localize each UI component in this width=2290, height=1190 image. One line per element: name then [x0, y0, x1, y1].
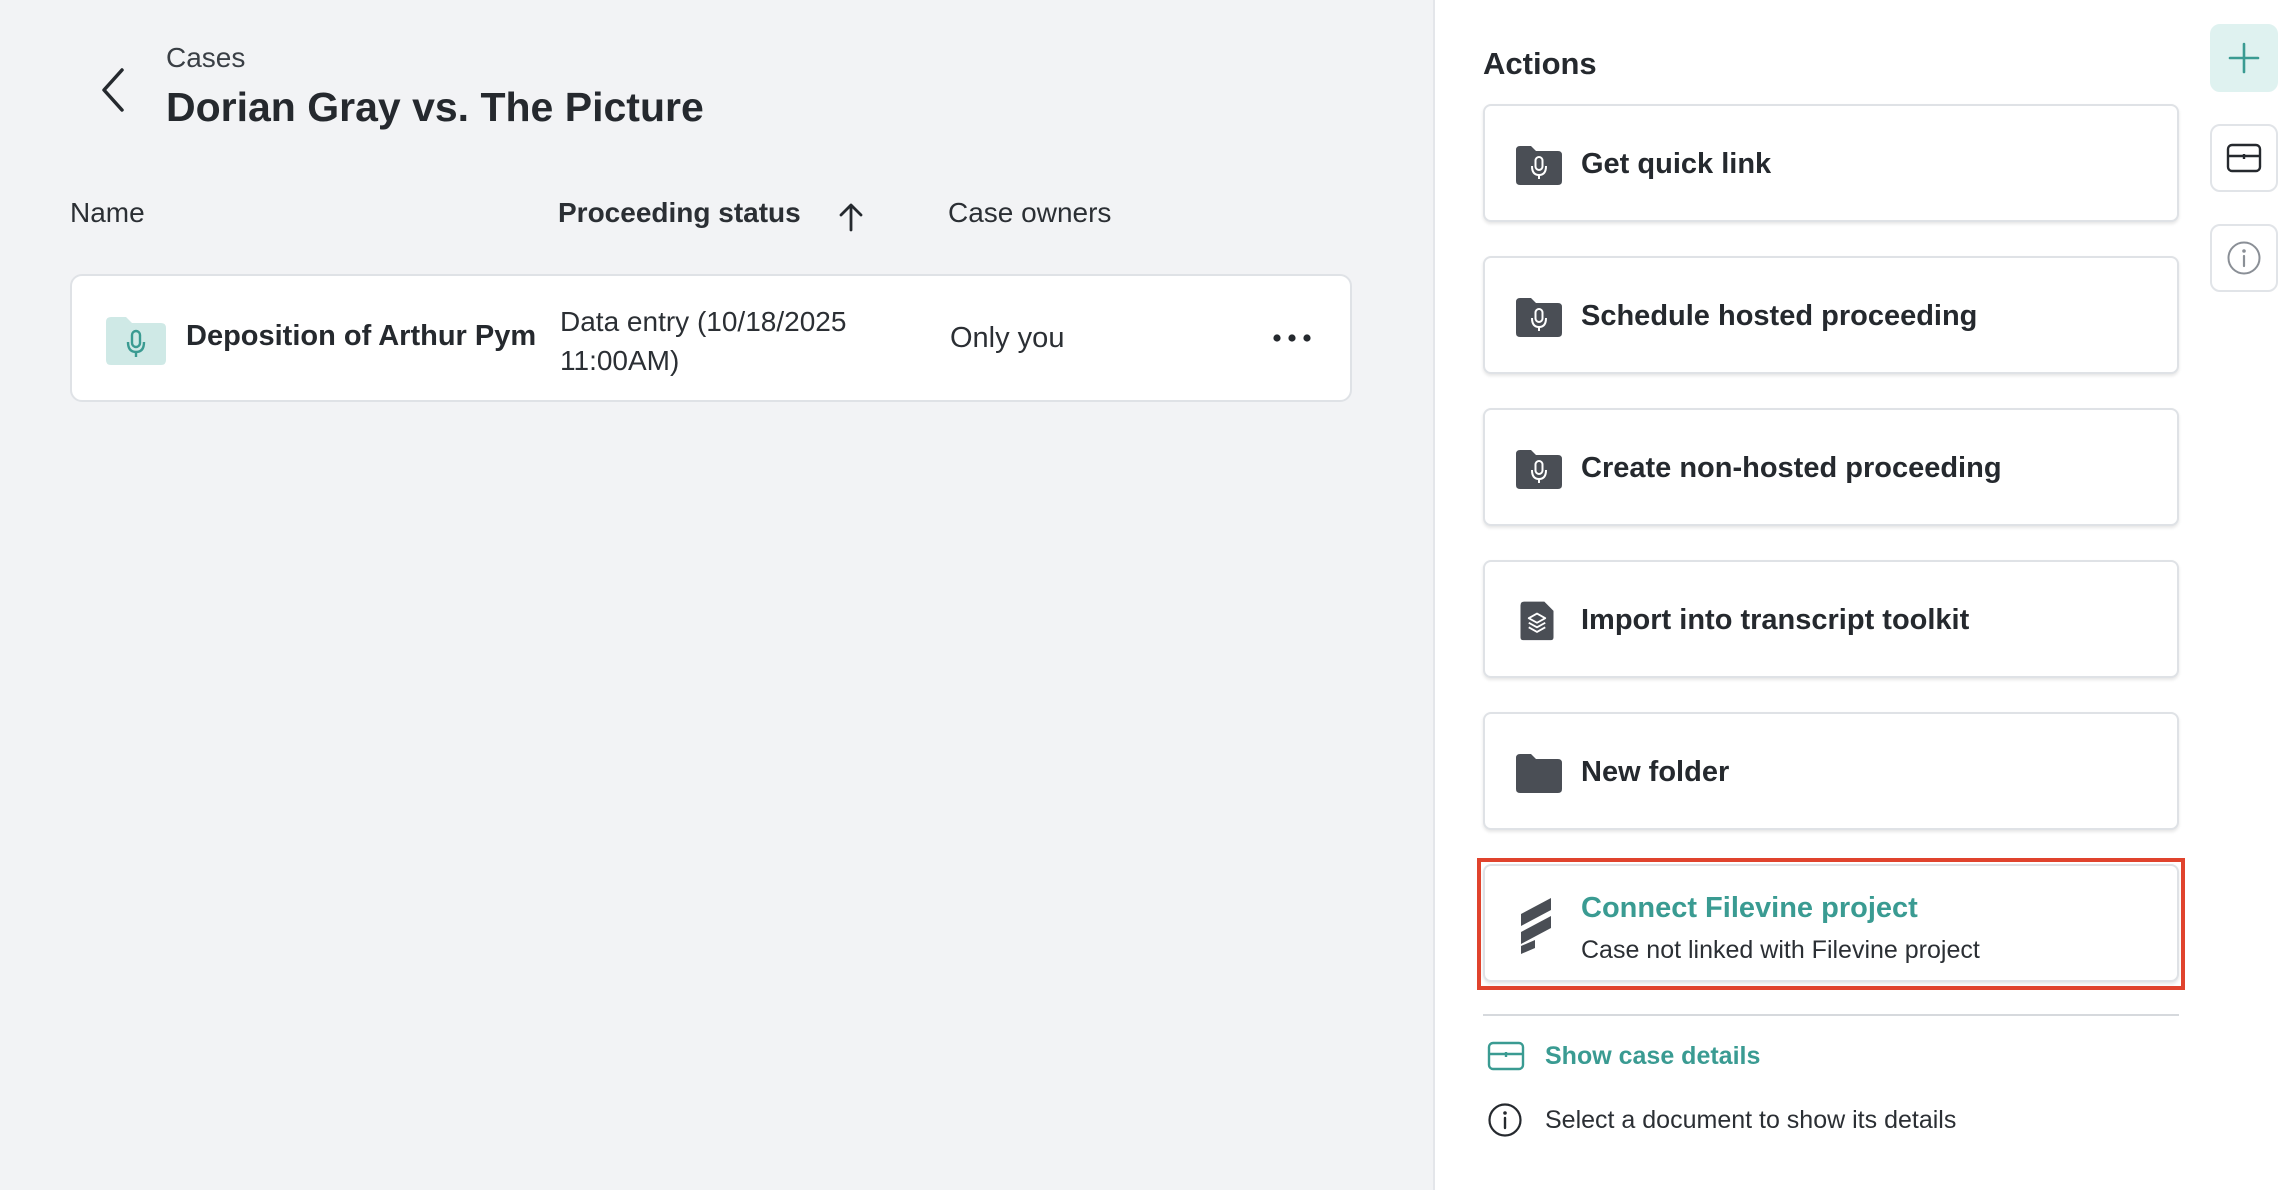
row-status-line-2: 11:00AM) — [560, 345, 680, 376]
document-layers-icon — [1520, 601, 1554, 641]
case-details-button[interactable] — [2210, 124, 2278, 192]
show-case-details-link[interactable]: Show case details — [1487, 1040, 1760, 1072]
row-name[interactable]: Deposition of Arthur Pym — [186, 320, 536, 353]
action-label: New folder — [1581, 756, 1730, 788]
folder-icon — [1516, 754, 1562, 793]
info-icon — [2227, 241, 2261, 275]
column-header-owners[interactable]: Case owners — [948, 197, 1111, 229]
action-schedule-hosted-proceeding[interactable]: Schedule hosted proceeding — [1483, 256, 2179, 374]
row-status-line-1: Data entry (10/18/2025 — [560, 306, 847, 337]
action-connect-filevine[interactable]: Connect Filevine project Case not linked… — [1483, 864, 2179, 982]
folder-mic-icon — [106, 317, 166, 365]
row-status: Data entry (10/18/2025 11:00AM) — [560, 302, 900, 380]
action-label: Schedule hosted proceeding — [1581, 300, 1978, 332]
action-new-folder[interactable]: New folder — [1483, 712, 2179, 830]
add-icon — [2228, 42, 2260, 74]
filevine-subtitle: Case not linked with Filevine project — [1581, 936, 1980, 964]
chevron-left-icon — [102, 68, 124, 112]
show-case-details-label: Show case details — [1545, 1041, 1761, 1070]
sort-ascending-icon[interactable] — [834, 200, 868, 234]
filevine-title: Connect Filevine project — [1581, 892, 1918, 924]
folder-mic-icon — [1516, 298, 1562, 337]
info-icon — [1488, 1103, 1522, 1137]
folder-mic-icon — [1516, 146, 1562, 185]
filevine-logo-icon — [1521, 898, 1551, 954]
main-content: Cases Dorian Gray vs. The Picture Name P… — [0, 0, 1433, 1190]
back-button[interactable] — [88, 62, 138, 118]
column-header-name[interactable]: Name — [70, 197, 145, 229]
case-card-icon — [2226, 143, 2262, 173]
case-card-icon — [1487, 1041, 1525, 1071]
actions-panel: Actions Get quick link Schedule hosted p… — [1435, 0, 2200, 1190]
action-label: Create non-hosted proceeding — [1581, 452, 2002, 484]
action-get-quick-link[interactable]: Get quick link — [1483, 104, 2179, 222]
page-title: Dorian Gray vs. The Picture — [166, 84, 704, 130]
action-import-transcript-toolkit[interactable]: Import into transcript toolkit — [1483, 560, 2179, 678]
action-create-non-hosted-proceeding[interactable]: Create non-hosted proceeding — [1483, 408, 2179, 526]
right-rail — [2200, 0, 2290, 1190]
info-button[interactable] — [2210, 224, 2278, 292]
row-more-button[interactable] — [1260, 316, 1324, 360]
row-owners: Only you — [950, 322, 1065, 354]
document-hint: Select a document to show its details — [1487, 1102, 1956, 1138]
action-label: Import into transcript toolkit — [1581, 604, 1970, 636]
breadcrumb[interactable]: Cases — [166, 42, 245, 74]
more-horizontal-icon — [1273, 334, 1311, 342]
action-label: Get quick link — [1581, 148, 1772, 180]
folder-mic-icon — [1516, 450, 1562, 489]
actions-title: Actions — [1483, 46, 1597, 81]
column-header-status[interactable]: Proceeding status — [558, 197, 801, 229]
table-row[interactable]: Deposition of Arthur Pym Data entry (10/… — [70, 274, 1352, 402]
add-button[interactable] — [2210, 24, 2278, 92]
panel-separator — [1483, 1014, 2179, 1016]
document-hint-text: Select a document to show its details — [1545, 1105, 1957, 1134]
